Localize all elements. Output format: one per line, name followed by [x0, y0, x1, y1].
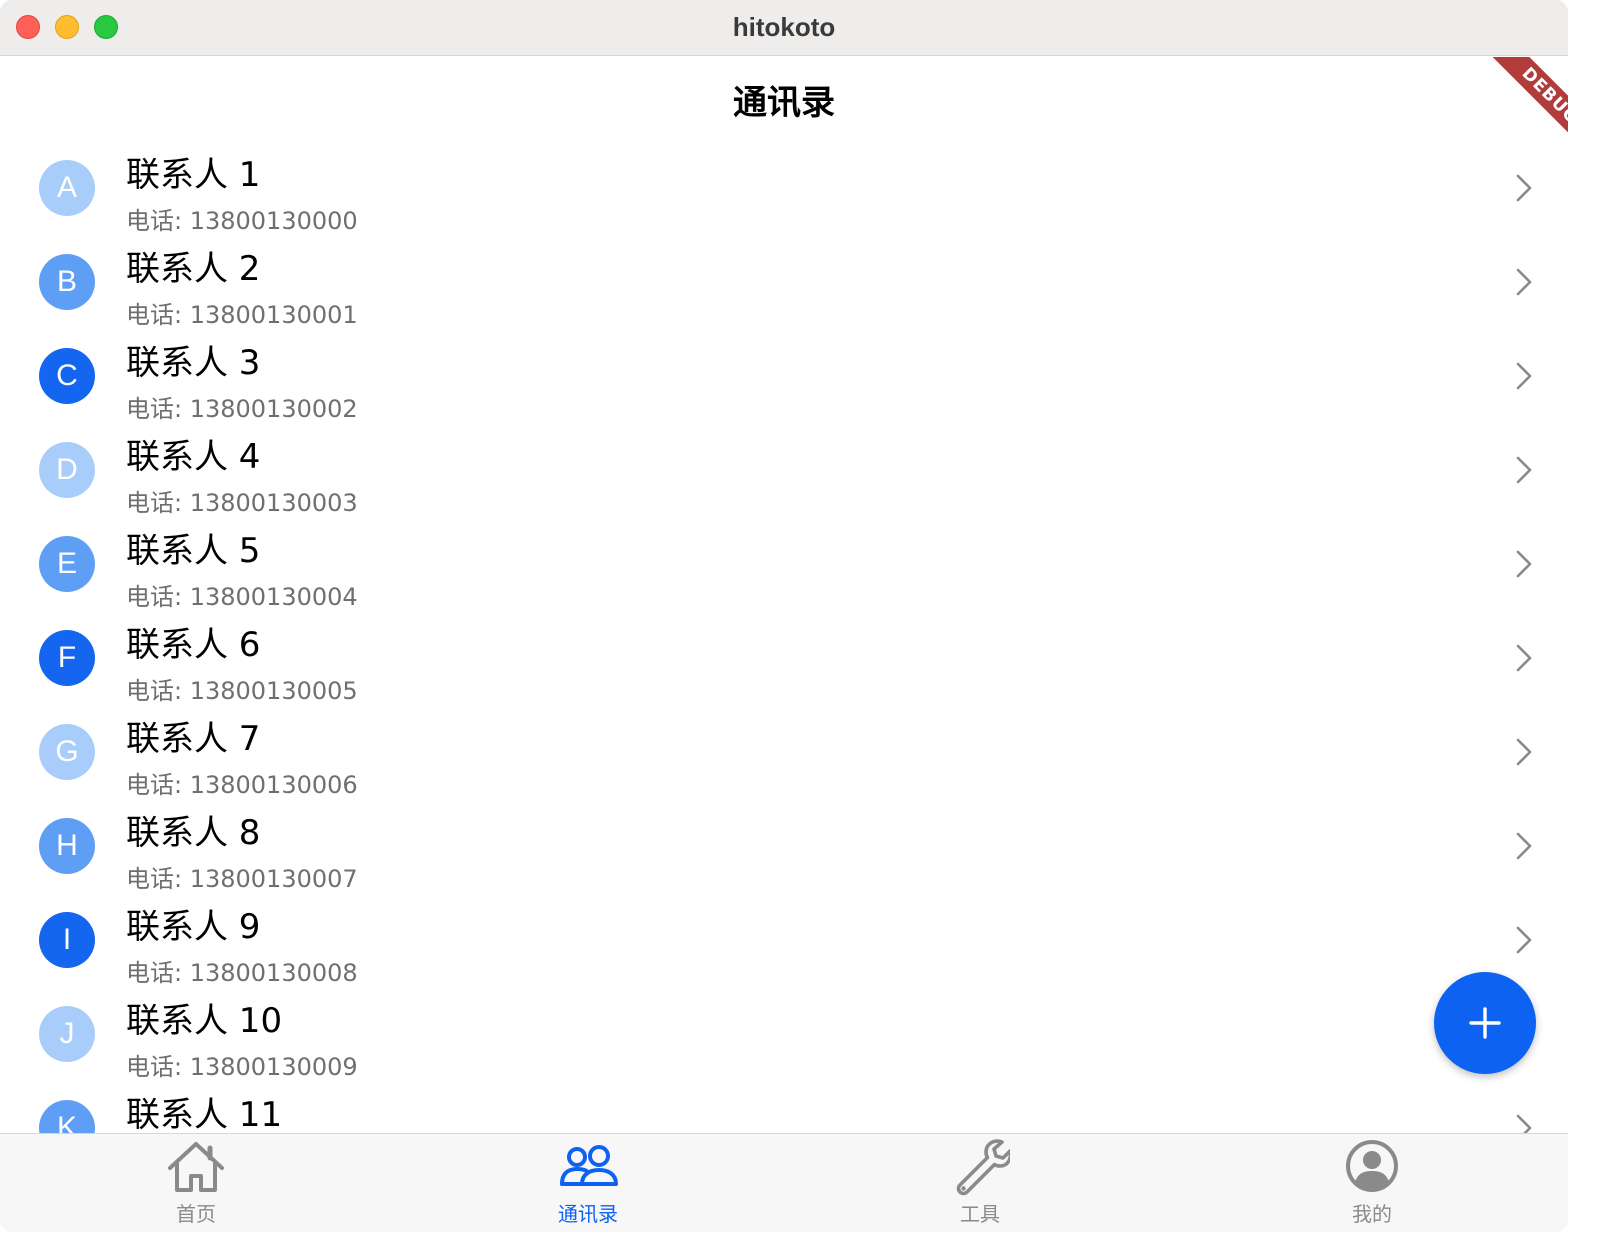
- tab-profile-label: 我的: [1352, 1202, 1392, 1226]
- title-bar: hitokoto: [0, 0, 1568, 56]
- contact-phone: 电话: 13800130000: [126, 207, 358, 235]
- contact-name: 联系人 2: [126, 249, 261, 289]
- contact-phone: 电话: 13800130007: [126, 865, 358, 893]
- chevron-right-icon: [1516, 268, 1532, 296]
- contact-avatar: B: [39, 254, 95, 310]
- contact-row[interactable]: C 联系人 3 电话: 13800130002: [0, 329, 1568, 423]
- contact-name: 联系人 4: [126, 437, 261, 477]
- contact-avatar: G: [39, 724, 95, 780]
- contact-avatar: J: [39, 1006, 95, 1062]
- app-bar: 通讯录: [0, 57, 1568, 143]
- tab-tools[interactable]: 工具: [784, 1134, 1176, 1232]
- contact-avatar: E: [39, 536, 95, 592]
- chevron-right-icon: [1516, 1114, 1532, 1133]
- profile-icon: [1346, 1140, 1398, 1192]
- chevron-right-icon: [1516, 456, 1532, 484]
- contacts-icon: [560, 1145, 618, 1186]
- contact-row[interactable]: E 联系人 5 电话: 13800130004: [0, 517, 1568, 611]
- chevron-right-icon: [1516, 644, 1532, 672]
- page-title: 通讯录: [733, 83, 835, 123]
- contact-phone: 电话: 13800130006: [126, 771, 358, 799]
- contact-phone: 电话: 13800130008: [126, 959, 358, 987]
- tab-home[interactable]: 首页: [0, 1134, 392, 1232]
- tab-home-label: 首页: [176, 1202, 216, 1226]
- contact-row[interactable]: K 联系人 11: [0, 1081, 1568, 1133]
- contact-avatar: D: [39, 442, 95, 498]
- bottom-navigation-bar: 首页 通讯录 工具 我的: [0, 1133, 1568, 1232]
- contact-name: 联系人 8: [126, 813, 261, 853]
- wrench-icon: [956, 1139, 1010, 1196]
- contact-name: 联系人 6: [126, 625, 261, 665]
- chevron-right-icon: [1516, 738, 1532, 766]
- tab-contacts[interactable]: 通讯录: [392, 1134, 784, 1232]
- contact-phone: 电话: 13800130009: [126, 1053, 358, 1081]
- contact-row[interactable]: F 联系人 6 电话: 13800130005: [0, 611, 1568, 705]
- chevron-right-icon: [1516, 926, 1532, 954]
- tab-profile[interactable]: 我的: [1176, 1134, 1568, 1232]
- contact-row[interactable]: B 联系人 2 电话: 13800130001: [0, 235, 1568, 329]
- contact-phone: 电话: 13800130001: [126, 301, 358, 329]
- contact-name: 联系人 9: [126, 907, 261, 947]
- add-contact-button[interactable]: [1434, 972, 1536, 1074]
- contact-list[interactable]: A 联系人 1 电话: 13800130000 B 联系人 2 电话: 138001300…: [0, 141, 1568, 1133]
- contact-name: 联系人 11: [126, 1095, 283, 1133]
- plus-icon: [1469, 1007, 1501, 1039]
- contact-name: 联系人 3: [126, 343, 261, 383]
- contact-name: 联系人 1: [126, 155, 261, 195]
- contact-avatar: F: [39, 630, 95, 686]
- contact-name: 联系人 5: [126, 531, 261, 571]
- tab-contacts-label: 通讯录: [558, 1202, 618, 1226]
- contact-row[interactable]: G 联系人 7 电话: 13800130006: [0, 705, 1568, 799]
- chevron-right-icon: [1516, 174, 1532, 202]
- contact-avatar: H: [39, 818, 95, 874]
- chevron-right-icon: [1516, 832, 1532, 860]
- chevron-right-icon: [1516, 362, 1532, 390]
- window-title: hitokoto: [732, 12, 836, 42]
- contact-row[interactable]: H 联系人 8 电话: 13800130007: [0, 799, 1568, 893]
- contact-avatar: C: [39, 348, 95, 404]
- contact-phone: 电话: 13800130003: [126, 489, 358, 517]
- tab-tools-label: 工具: [960, 1202, 1000, 1226]
- app-window: hitokoto 通讯录 A 联系人 1 电话: 13800130000 B 联系人 2…: [0, 0, 1568, 1232]
- home-icon: [168, 1142, 224, 1192]
- contact-name: 联系人 7: [126, 719, 261, 759]
- contact-row[interactable]: I 联系人 9 电话: 13800130008: [0, 893, 1568, 987]
- contact-avatar: A: [39, 160, 95, 216]
- contact-name: 联系人 10: [126, 1001, 283, 1041]
- contact-phone: 电话: 13800130005: [126, 677, 358, 705]
- contact-phone: 电话: 13800130004: [126, 583, 358, 611]
- contact-avatar: I: [39, 912, 95, 968]
- contact-row[interactable]: A 联系人 1 电话: 13800130000: [0, 141, 1568, 235]
- contact-phone: 电话: 13800130002: [126, 395, 358, 423]
- chevron-right-icon: [1516, 550, 1532, 578]
- contact-row[interactable]: D 联系人 4 电话: 13800130003: [0, 423, 1568, 517]
- contact-avatar: K: [39, 1100, 95, 1133]
- contact-row[interactable]: J 联系人 10 电话: 13800130009: [0, 987, 1568, 1081]
